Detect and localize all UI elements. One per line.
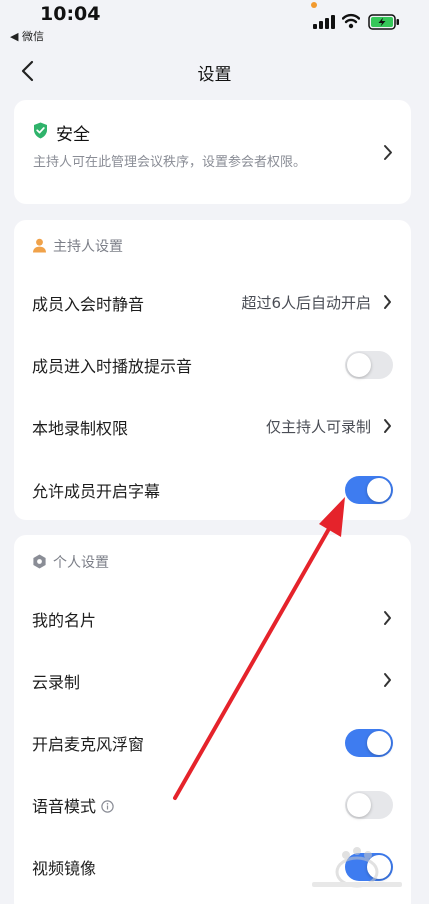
host-settings-card: 主持人设置 成员入会时静音 超过6人后自动开启 成员进入时播放提示音 本地录制权… (14, 220, 411, 520)
join-sound-toggle[interactable] (345, 351, 393, 379)
back-to-app-link[interactable]: ◀ 微信 (10, 28, 44, 44)
info-icon[interactable] (101, 800, 114, 813)
row-label: 本地录制权限 (32, 419, 129, 438)
wifi-icon (342, 13, 360, 29)
chevron-right-icon (384, 419, 391, 433)
security-title: 安全 (56, 125, 90, 145)
row-label: 允许成员开启字幕 (32, 482, 161, 501)
chevron-right-icon (384, 295, 391, 309)
row-value: 超过6人后自动开启 (241, 294, 371, 312)
battery-charging-icon (368, 14, 399, 30)
voice-mode-toggle[interactable] (345, 791, 393, 819)
personal-settings-header-label: 个人设置 (53, 555, 109, 571)
row-local-recording[interactable]: 本地录制权限 仅主持人可录制 (14, 402, 411, 452)
navigation-bar: 设置 (0, 50, 429, 94)
row-label: 视频镜像 (32, 859, 97, 878)
status-time: 10:04 (40, 3, 101, 25)
toggle-knob (367, 478, 391, 502)
page-title: 设置 (197, 65, 232, 85)
row-label: 云录制 (32, 673, 81, 692)
mic-float-window-toggle[interactable] (345, 729, 393, 757)
mic-indicator-dot (311, 2, 317, 8)
row-my-card[interactable]: 我的名片 (14, 594, 411, 644)
allow-captions-toggle[interactable] (345, 476, 393, 504)
row-label: 开启麦克风浮窗 (32, 735, 145, 754)
row-label: 成员进入时播放提示音 (32, 357, 193, 376)
personal-settings-header: 个人设置 (32, 552, 109, 572)
toggle-knob (367, 731, 391, 755)
row-voice-mode: 语音模式 (14, 780, 411, 830)
security-description: 主持人可在此管理会议秩序，设置参会者权限。 (33, 155, 307, 170)
host-settings-header: 主持人设置 (32, 236, 123, 256)
status-bar: 10:04 ◀ 微信 (0, 0, 429, 46)
row-label: 语音模式 (32, 793, 114, 817)
security-card[interactable]: 安全 主持人可在此管理会议秩序，设置参会者权限。 (14, 100, 411, 204)
shield-check-icon (34, 122, 47, 139)
voice-mode-label: 语音模式 (32, 797, 97, 816)
row-cloud-recording[interactable]: 云录制 (14, 656, 411, 706)
row-mute-on-join[interactable]: 成员入会时静音 超过6人后自动开启 (14, 278, 411, 328)
host-settings-header-label: 主持人设置 (53, 239, 123, 255)
row-allow-captions: 允许成员开启字幕 (14, 465, 411, 515)
row-label: 成员入会时静音 (32, 295, 145, 314)
row-label: 我的名片 (32, 611, 97, 630)
toggle-knob (347, 793, 371, 817)
row-mic-float-window: 开启麦克风浮窗 (14, 718, 411, 768)
person-icon (33, 238, 46, 253)
chevron-right-icon (384, 611, 391, 625)
chevron-right-icon (384, 145, 392, 160)
watermark-logo (312, 847, 402, 888)
gear-icon (33, 554, 46, 569)
toggle-knob (347, 353, 371, 377)
chevron-right-icon (384, 673, 391, 687)
row-value: 仅主持人可录制 (265, 418, 371, 436)
row-join-sound: 成员进入时播放提示音 (14, 340, 411, 390)
cellular-signal-icon (313, 15, 335, 29)
